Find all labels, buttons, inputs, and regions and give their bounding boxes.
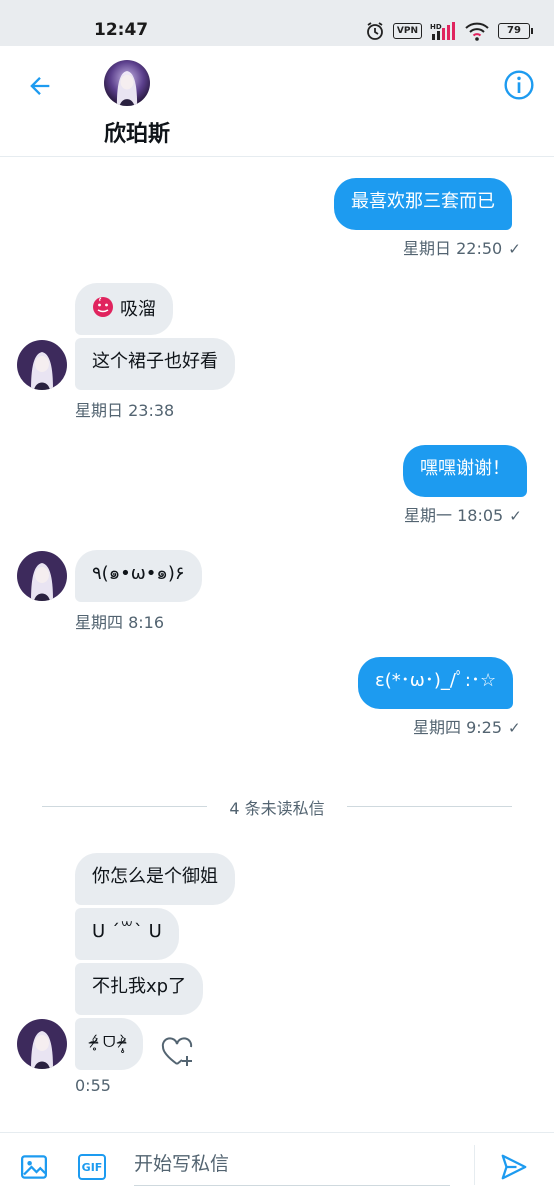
react-heart-button[interactable] <box>160 1036 194 1070</box>
image-icon <box>21 1155 47 1179</box>
add-gif-button[interactable]: GIF <box>76 1151 108 1183</box>
signal-hd-icon: HD <box>430 22 456 40</box>
vpn-icon: VPN <box>392 23 422 39</box>
message-timestamp: 星期日 23:38 <box>75 401 175 420</box>
divider-line <box>42 805 208 807</box>
divider-line <box>346 805 512 807</box>
wifi-icon <box>464 21 490 41</box>
message-bubble-incoming[interactable]: 不扎我xp了 <box>75 963 204 1015</box>
sender-avatar[interactable] <box>17 551 67 601</box>
status-icons: VPN HD 79 <box>365 20 533 42</box>
message-bubble-incoming[interactable]: 吸溜 <box>75 283 173 335</box>
back-button[interactable] <box>22 68 58 104</box>
message-bubble-incoming[interactable]: 这个裙子也好看 <box>75 338 235 390</box>
sender-avatar[interactable] <box>17 340 67 390</box>
info-icon <box>504 70 534 100</box>
message-bubble-outgoing[interactable]: ε(*･ω･)_/ﾟ:･☆ <box>358 657 514 709</box>
send-button[interactable] <box>498 1151 530 1183</box>
message-composer: GIF <box>0 1132 554 1201</box>
conversation-info-button[interactable] <box>502 68 536 102</box>
message-timestamp: 星期一 18:05 ✓ <box>404 502 522 526</box>
status-time: 12:47 <box>94 20 149 40</box>
heart-add-icon <box>161 1037 193 1066</box>
contact-avatar[interactable] <box>104 60 150 106</box>
send-icon <box>501 1154 527 1180</box>
message-bubble-incoming[interactable]: ٩(๑•ω•๑)۶ <box>75 550 202 602</box>
bubble-text: 吸溜 <box>120 299 156 320</box>
unread-count-label: 4 条未读私信 <box>229 799 325 818</box>
read-check-icon: ✓ <box>508 240 521 258</box>
composer-separator <box>474 1145 475 1185</box>
status-bar: 12:47 VPN HD 79 <box>0 0 554 46</box>
timestamp-text: 星期一 18:05 <box>404 506 504 525</box>
message-timestamp: 星期四 8:16 <box>75 613 165 632</box>
sender-avatar[interactable] <box>17 1019 67 1069</box>
timestamp-text: 星期日 22:50 <box>403 239 503 258</box>
battery-icon: 79 <box>498 23 533 39</box>
message-bubble-incoming[interactable]: 你怎么是个御姐 <box>75 853 235 905</box>
contact-name[interactable]: 欣珀斯 <box>104 116 170 148</box>
read-check-icon: ✓ <box>509 507 522 525</box>
drooling-face-icon <box>92 296 114 324</box>
alarm-icon <box>365 21 385 41</box>
message-bubble-incoming[interactable]: U ´꒳` U <box>75 908 179 960</box>
gif-label: GIF <box>81 1160 103 1174</box>
message-bubble-outgoing[interactable]: 最喜欢那三套而已 <box>334 178 512 230</box>
unread-divider: 4 条未读私信 <box>42 799 512 818</box>
message-input[interactable] <box>134 1147 450 1181</box>
conversation-header: 欣珀斯 <box>0 46 554 157</box>
message-bubble-outgoing[interactable]: 嘿嘿谢谢！ <box>403 445 527 497</box>
add-image-button[interactable] <box>18 1151 50 1183</box>
message-timestamp: 0:55 <box>75 1076 111 1095</box>
gif-icon: GIF <box>78 1154 106 1180</box>
timestamp-text: 星期四 9:25 <box>413 718 503 737</box>
svg-text:HD: HD <box>430 23 442 31</box>
arrow-left-icon <box>30 77 50 95</box>
message-bubble-incoming[interactable]: ᵒ̴̶̷̥́ ᗜ ᵒ̴̶̷̣̥̀ <box>75 1018 144 1070</box>
input-underline <box>134 1185 450 1186</box>
read-check-icon: ✓ <box>508 719 521 737</box>
message-timestamp: 星期四 9:25 ✓ <box>413 714 521 738</box>
message-timestamp: 星期日 22:50 ✓ <box>403 235 521 259</box>
